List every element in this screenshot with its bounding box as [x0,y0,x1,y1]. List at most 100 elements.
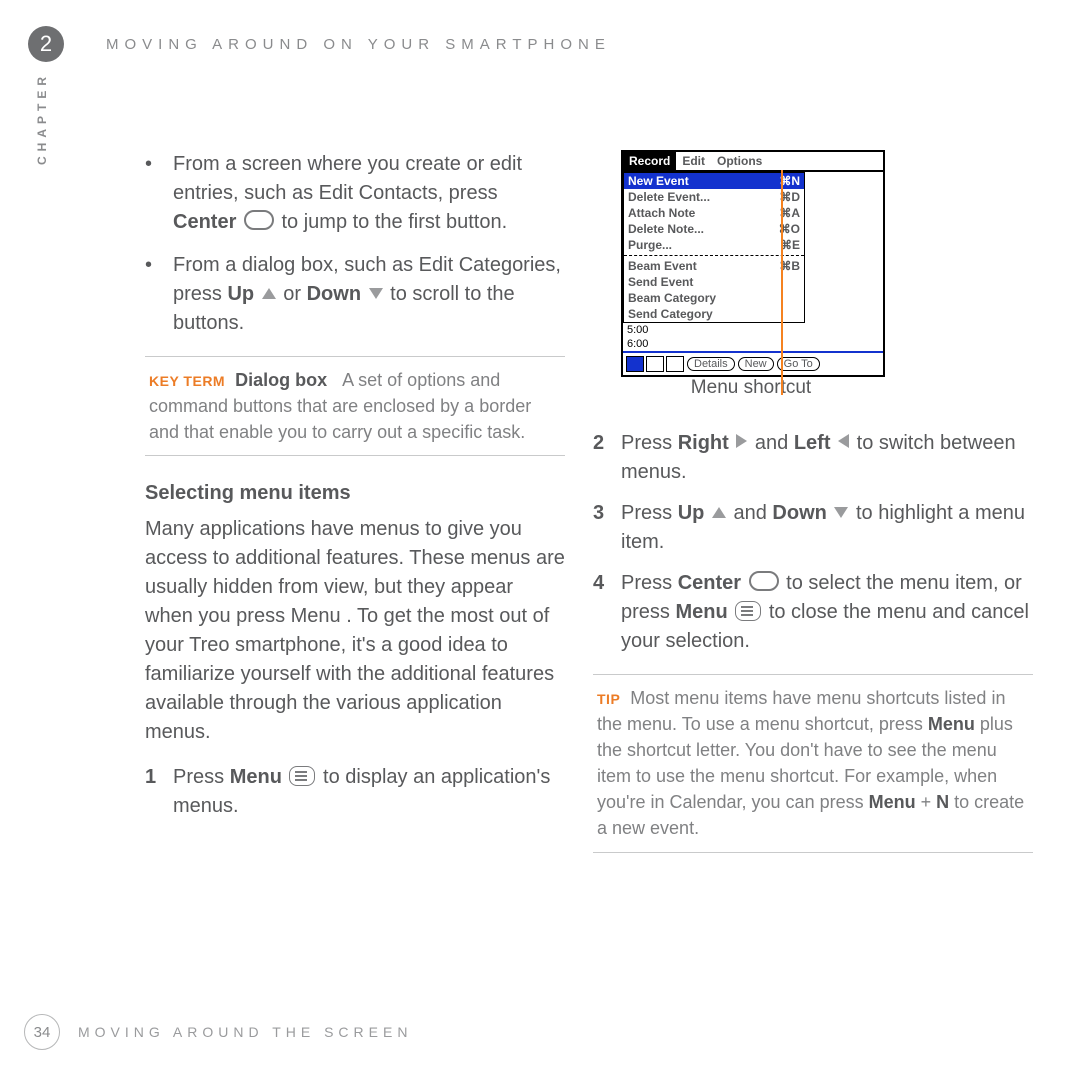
menu-item: Send Event [624,274,804,290]
step-item: 2 Press Right and Left to switch between… [593,429,1033,487]
step-text: Press [621,502,678,524]
menu-shortcut: D [791,190,800,204]
menubar-tab: Options [711,152,768,170]
center-button-icon [749,571,779,591]
menubar-tab: Edit [676,152,711,170]
down-arrow-icon [369,288,383,299]
right-arrow-icon [736,434,747,448]
menu-item: Delete Note... ⌘O [624,221,804,237]
step-text: Press [621,432,678,454]
menu-shortcut: O [791,222,800,236]
menu-button-icon [735,601,761,621]
tip-bold: N [936,792,949,812]
screenshot-caption: Menu shortcut [621,377,881,399]
step-item: 4 Press Center to select the menu item, … [593,569,1033,656]
bullet-text: to jump to the first button. [281,211,507,233]
menu-divider [624,255,804,256]
step-bold: Center [678,572,741,594]
menu-item-label: Attach Note [628,206,695,220]
callout-line-icon [781,170,783,395]
tip-box: TIP Most menu items have menu shortcuts … [593,674,1033,853]
menu-item-label: Delete Event... [628,190,710,204]
menubar-tab: Record [623,152,676,170]
view-icon [626,356,644,372]
step-text: Press [621,572,678,594]
details-button: Details [687,357,735,371]
menu-item-label: Beam Event [628,259,697,273]
key-term-term: Dialog box [235,370,327,390]
screenshot: Record Edit Options New Event ⌘N Delete … [621,150,1033,399]
page-footer: 34 MOVING AROUND THE SCREEN [24,1014,412,1050]
bullet-item: • From a screen where you create or edit… [145,150,565,237]
step-bold: Menu [230,766,282,788]
menu-item-label: Purge... [628,238,672,252]
step-text: and [755,432,794,454]
menu-shortcut: E [792,238,800,252]
step-number: 4 [593,569,621,656]
bullet-text: or [283,283,306,305]
hour-line: 6:00 [623,337,883,351]
new-button: New [738,357,774,371]
tip-label: TIP [597,691,620,707]
key-term-box: KEY TERM Dialog box A set of options and… [145,356,565,456]
down-arrow-icon [834,507,848,518]
left-column: • From a screen where you create or edit… [145,150,565,879]
menu-dropdown: New Event ⌘N Delete Event... ⌘D Attach N… [623,172,805,323]
page-number: 34 [24,1014,60,1050]
bullet-item: • From a dialog box, such as Edit Catego… [145,251,565,338]
tip-body: + [921,792,937,812]
menu-item: Attach Note ⌘A [624,205,804,221]
step-bold: Right [678,432,729,454]
bullet-text: From a screen where you create or edit e… [173,153,522,204]
menu-shortcut: B [791,259,800,273]
menu-item-label: Send Category [628,307,713,321]
step-text: Press [173,766,230,788]
bullet-bold: Down [307,283,361,305]
key-term-label: KEY TERM [149,373,225,389]
step-text: and [733,502,772,524]
menu-item: Beam Event ⌘B [624,258,804,274]
menu-item: Delete Event... ⌘D [624,189,804,205]
step-item: 1 Press Menu to display an application's… [145,763,565,821]
step-number: 3 [593,499,621,557]
running-header: MOVING AROUND ON YOUR SMARTPHONE [106,36,611,53]
footer-section-title: MOVING AROUND THE SCREEN [78,1024,412,1040]
menu-button-icon [289,766,315,786]
body-paragraph: Many applications have menus to give you… [145,515,565,747]
step-number: 2 [593,429,621,487]
paragraph-text: Many applications have menus to give you… [145,518,565,743]
up-arrow-icon [712,507,726,518]
left-arrow-icon [838,434,849,448]
palm-screenshot: Record Edit Options New Event ⌘N Delete … [621,150,885,377]
menu-item-label: Beam Category [628,291,716,305]
menu-item-label: Delete Note... [628,222,704,236]
goto-button: Go To [777,357,820,371]
menu-item: Purge... ⌘E [624,237,804,253]
screenshot-toolbar: Details New Go To [623,351,883,375]
center-button-icon [244,210,274,230]
step-bold: Menu [675,601,727,623]
menu-item: Beam Category [624,290,804,306]
chapter-number-badge: 2 [28,26,64,62]
view-icon [666,356,684,372]
menu-item: New Event ⌘N [624,173,804,189]
menu-item-label: New Event [628,174,689,188]
step-number: 1 [145,763,173,821]
menu-item-label: Send Event [628,275,693,289]
right-column: Record Edit Options New Event ⌘N Delete … [593,150,1033,879]
bullet-dot-icon: • [145,251,173,338]
tip-bold: Menu [928,714,975,734]
menu-shortcut: A [791,206,800,220]
menu-shortcut: N [791,174,800,188]
up-arrow-icon [262,288,276,299]
bullet-bold: Center [173,211,236,233]
screenshot-menubar: Record Edit Options [623,152,883,172]
tip-bold: Menu [869,792,916,812]
step-bold: Down [772,502,826,524]
chapter-label-vertical: CHAPTER [35,72,49,165]
bullet-dot-icon: • [145,150,173,237]
step-bold: Up [678,502,705,524]
subheading: Selecting menu items [145,482,565,505]
step-item: 3 Press Up and Down to highlight a menu … [593,499,1033,557]
hour-line: 5:00 [623,323,883,337]
